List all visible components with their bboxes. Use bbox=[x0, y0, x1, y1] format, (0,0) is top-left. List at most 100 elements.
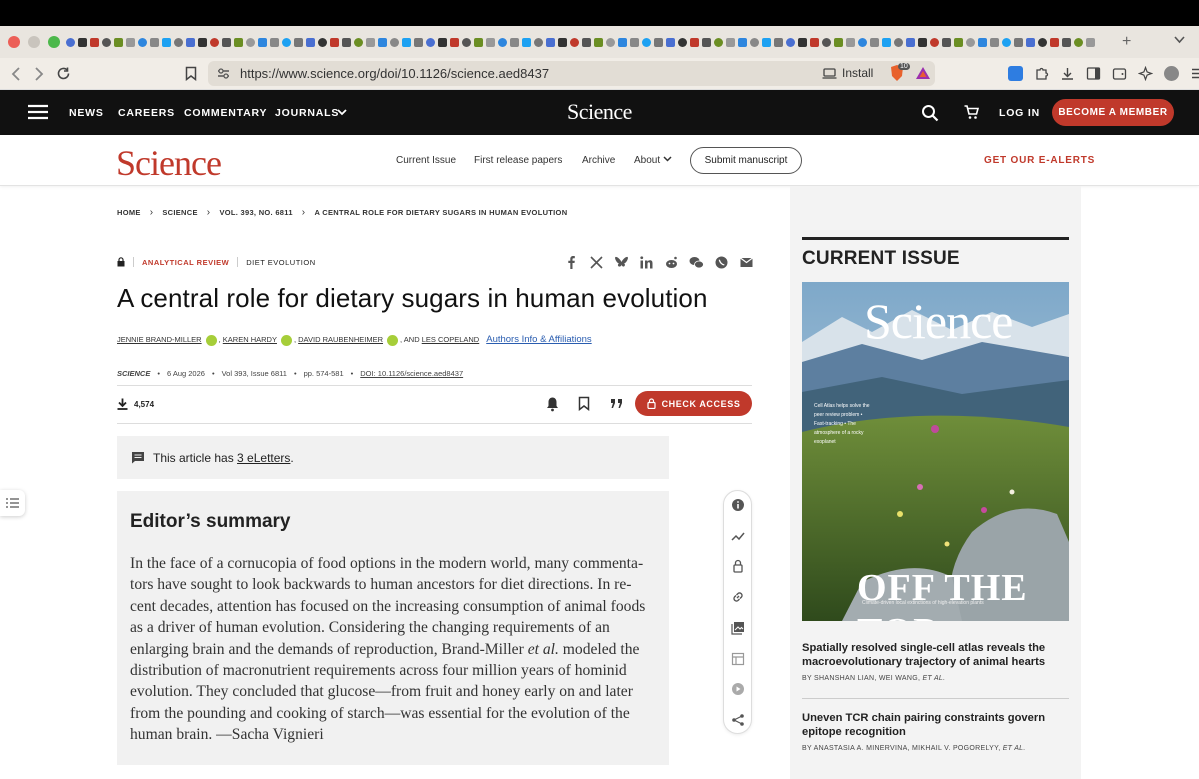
new-tab-icon[interactable]: + bbox=[1122, 33, 1131, 51]
brave-rewards-icon[interactable] bbox=[915, 66, 931, 80]
current-issue-cover[interactable]: Science Cell Atlas helps solve the peer … bbox=[802, 282, 1069, 621]
check-access-button[interactable]: CHECK ACCESS bbox=[635, 391, 752, 416]
tab-favicon-icon[interactable] bbox=[222, 37, 231, 47]
tab-favicon-icon[interactable] bbox=[594, 37, 603, 47]
tab-favicon-icon[interactable] bbox=[690, 37, 699, 47]
tab-favicon-icon[interactable] bbox=[930, 37, 939, 47]
tab-favicon-icon[interactable] bbox=[906, 37, 915, 47]
tab-favicon-icon[interactable] bbox=[450, 37, 459, 47]
tab-favicon-icon[interactable] bbox=[522, 37, 531, 47]
orcid-icon[interactable] bbox=[387, 335, 399, 346]
breadcrumb-science[interactable]: SCIENCE bbox=[162, 208, 197, 217]
metrics-icon[interactable] bbox=[731, 529, 745, 543]
tab-favicon-icon[interactable] bbox=[750, 37, 759, 47]
tab-favicon-icon[interactable] bbox=[330, 37, 339, 47]
tab-favicon-icon[interactable] bbox=[198, 37, 207, 47]
e-alerts-link[interactable]: GET OUR E-ALERTS bbox=[984, 155, 1095, 166]
tab-favicon-icon[interactable] bbox=[66, 37, 75, 47]
nav-news[interactable]: NEWS bbox=[69, 107, 104, 119]
browser-menu-icon[interactable] bbox=[1190, 66, 1199, 81]
orcid-icon[interactable] bbox=[280, 335, 292, 346]
tab-favicon-icon[interactable] bbox=[846, 37, 855, 47]
tab-favicon-icon[interactable] bbox=[366, 37, 375, 47]
volume-issue[interactable]: Vol 393, Issue 6811 bbox=[222, 369, 287, 378]
tab-favicon-icon[interactable] bbox=[246, 37, 255, 47]
tab-favicon-icon[interactable] bbox=[390, 37, 399, 47]
toc-toggle[interactable] bbox=[0, 490, 25, 516]
current-issue-article[interactable]: Uneven TCR chain pairing constraints gov… bbox=[802, 711, 1069, 752]
tab-favicon-icon[interactable] bbox=[726, 37, 735, 47]
tab-favicon-icon[interactable] bbox=[882, 37, 891, 47]
science-brand-logo[interactable]: Science bbox=[116, 142, 222, 184]
wallet-icon[interactable] bbox=[1112, 66, 1127, 81]
tab-favicon-icon[interactable] bbox=[870, 37, 879, 47]
tab-favicon-icon[interactable] bbox=[78, 37, 87, 47]
byline-author[interactable]: MIKHAIL V. POGORELYY, bbox=[912, 745, 1000, 752]
tab-favicon-icon[interactable] bbox=[798, 37, 807, 47]
about-chevron-icon[interactable] bbox=[663, 156, 672, 162]
tab-favicon-icon[interactable] bbox=[438, 37, 447, 47]
share-icon[interactable] bbox=[731, 713, 745, 727]
tab-favicon-icon[interactable] bbox=[630, 37, 639, 47]
tab-favicon-icon[interactable] bbox=[1062, 37, 1071, 47]
x-icon[interactable] bbox=[589, 255, 604, 270]
link-first-release[interactable]: First release papers bbox=[474, 155, 562, 166]
tab-favicon-icon[interactable] bbox=[918, 37, 927, 47]
info-icon[interactable] bbox=[731, 498, 745, 512]
quote-icon[interactable] bbox=[610, 398, 623, 409]
tab-favicon-icon[interactable] bbox=[666, 37, 675, 47]
tab-favicon-icon[interactable] bbox=[426, 37, 435, 47]
tab-favicon-icon[interactable] bbox=[774, 37, 783, 47]
link-archive[interactable]: Archive bbox=[582, 155, 615, 166]
doi-link[interactable]: DOI: 10.1126/science.aed8437 bbox=[360, 369, 463, 378]
facebook-icon[interactable] bbox=[564, 255, 579, 270]
tab-favicon-icon[interactable] bbox=[150, 37, 159, 47]
tab-favicon-icon[interactable] bbox=[282, 37, 291, 47]
tab-favicon-icon[interactable] bbox=[234, 37, 243, 47]
tab-favicon-icon[interactable] bbox=[174, 37, 183, 47]
tab-favicon-icon[interactable] bbox=[186, 37, 195, 47]
tab-favicon-icon[interactable] bbox=[642, 37, 651, 47]
tab-favicon-icon[interactable] bbox=[834, 37, 843, 47]
tab-favicon-icon[interactable] bbox=[318, 37, 327, 47]
article-link-title[interactable]: Spatially resolved single-cell atlas rev… bbox=[802, 641, 1069, 669]
vpn-icon[interactable] bbox=[1164, 66, 1179, 81]
tab-favicon-icon[interactable] bbox=[546, 37, 555, 47]
breadcrumb-volume[interactable]: VOL. 393, NO. 6811 bbox=[219, 208, 292, 217]
tab-favicon-icon[interactable] bbox=[990, 37, 999, 47]
tab-favicon-icon[interactable] bbox=[1074, 37, 1083, 47]
tab-favicon-icon[interactable] bbox=[402, 37, 411, 47]
article-type[interactable]: ANALYTICAL REVIEW bbox=[142, 258, 229, 267]
tab-favicon-icon[interactable] bbox=[942, 37, 951, 47]
back-icon[interactable] bbox=[11, 67, 21, 81]
tab-favicon-icon[interactable] bbox=[102, 37, 111, 47]
link-about[interactable]: About bbox=[634, 155, 660, 166]
eletters-link[interactable]: 3 eLetters bbox=[237, 451, 290, 465]
tab-favicon-icon[interactable] bbox=[738, 37, 747, 47]
byline-author[interactable]: WEI WANG, bbox=[879, 675, 920, 682]
tab-favicon-icon[interactable] bbox=[678, 37, 687, 47]
sidebar-icon[interactable] bbox=[1086, 66, 1101, 81]
tab-favicon-icon[interactable] bbox=[762, 37, 771, 47]
tab-favicon-icon[interactable] bbox=[966, 37, 975, 47]
tab-favicon-icon[interactable] bbox=[1002, 37, 1011, 47]
tab-favicon-icon[interactable] bbox=[294, 37, 303, 47]
author-link[interactable]: DAVID RAUBENHEIMER bbox=[298, 335, 383, 344]
search-icon[interactable] bbox=[921, 104, 939, 122]
tab-favicons[interactable] bbox=[66, 32, 1126, 52]
tables-icon[interactable] bbox=[731, 652, 745, 666]
tab-favicon-icon[interactable] bbox=[714, 37, 723, 47]
become-member-button[interactable]: BECOME A MEMBER bbox=[1052, 99, 1174, 126]
author-link[interactable]: LES COPELAND bbox=[422, 335, 480, 344]
login-link[interactable]: LOG IN bbox=[999, 107, 1040, 119]
close-window-icon[interactable] bbox=[8, 36, 20, 48]
tab-favicon-icon[interactable] bbox=[570, 37, 579, 47]
nav-careers[interactable]: CAREERS bbox=[118, 107, 175, 119]
media-icon[interactable] bbox=[731, 682, 745, 696]
tab-favicon-icon[interactable] bbox=[606, 37, 615, 47]
tab-list-icon[interactable] bbox=[1174, 36, 1185, 44]
tab-favicon-icon[interactable] bbox=[810, 37, 819, 47]
tab-favicon-icon[interactable] bbox=[114, 37, 123, 47]
tab-favicon-icon[interactable] bbox=[378, 37, 387, 47]
tab-favicon-icon[interactable] bbox=[954, 37, 963, 47]
